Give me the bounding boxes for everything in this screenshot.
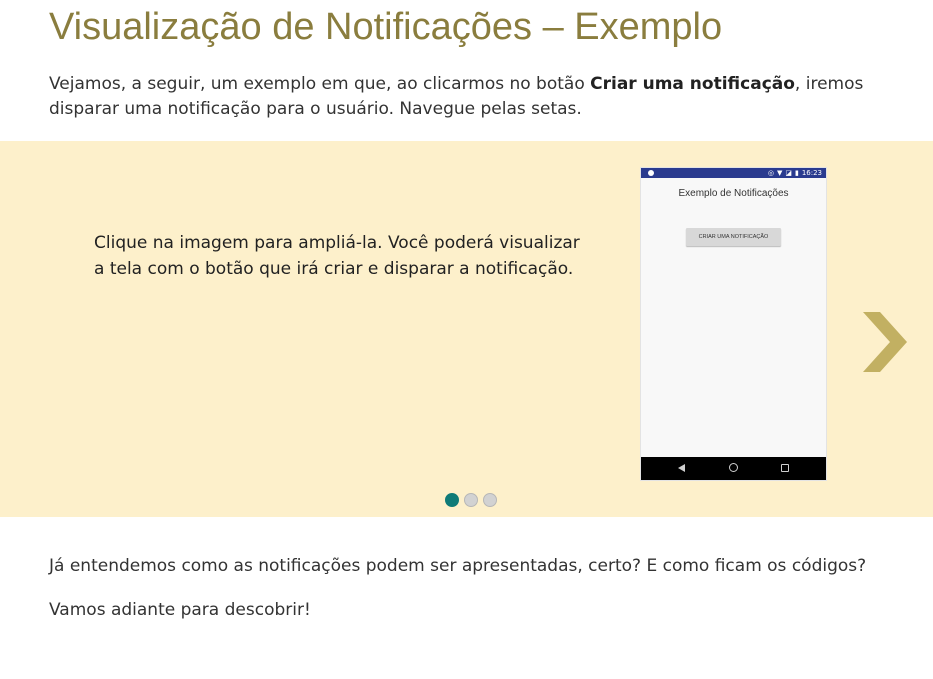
next-slide-button[interactable] [860,309,910,375]
notification-icon [648,170,654,176]
carousel: Clique na imagem para ampliá-la. Você po… [0,141,933,517]
phone-nav-bar [641,457,826,480]
phone-status-bar: ◎ ▼ ◪ ▮ 16:23 [641,168,826,178]
status-icons: ◎ ▼ ◪ ▮ 16:23 [765,168,822,178]
body-paragraph-1: Já entendemos como as notificações podem… [49,556,867,576]
chevron-right-icon [863,312,907,372]
recent-apps-icon [781,464,789,472]
back-icon [678,464,685,472]
carousel-dot-3[interactable] [483,493,497,507]
carousel-dot-1[interactable] [445,493,459,507]
page-title: Visualização de Notificações – Exemplo [49,6,723,48]
slide-caption: Clique na imagem para ampliá-la. Você po… [94,233,580,279]
phone-app-title: Exemplo de Notificações [678,188,789,199]
signal-icon: ◎ [767,169,774,177]
home-icon [729,463,738,472]
carousel-pagination [445,493,502,509]
battery-icon: ▮ [794,169,799,177]
intro-paragraph: Vejamos, a seguir, um exemplo em que, ao… [49,72,889,122]
intro-text-bold: Criar uma notificação [590,74,795,94]
phone-create-notification-button: CRIAR UMA NOTIFICAÇÃO [686,228,781,246]
status-time: 16:23 [801,169,822,177]
sim-icon: ◪ [785,169,792,177]
intro-text-before: Vejamos, a seguir, um exemplo em que, ao… [49,74,591,94]
wifi-icon: ▼ [776,169,783,177]
page: Visualização de Notificações – Exemplo V… [0,0,933,679]
body-paragraph-2: Vamos adiante para descobrir! [49,600,311,620]
phone-screenshot-image[interactable]: ◎ ▼ ◪ ▮ 16:23 Exemplo de Notificações CRIAR … [641,168,826,480]
carousel-dot-2[interactable] [464,493,478,507]
